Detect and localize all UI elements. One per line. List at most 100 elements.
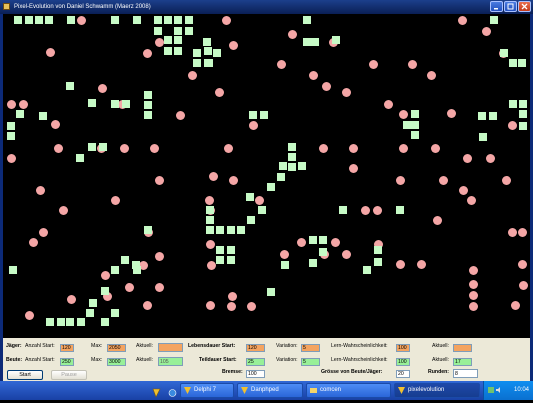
groesse-input[interactable] [396,370,410,378]
lebensdauer-start-input[interactable] [246,344,265,352]
prey-pixel [111,309,119,317]
hunter-pixel [188,71,197,80]
hunter-pixel [224,144,233,153]
prey-pixel [288,163,296,171]
pause-button[interactable]: Pause [51,370,87,380]
teildauer-lern-input[interactable] [396,358,410,366]
simulation-arena[interactable] [3,14,530,338]
window-controls [490,1,531,13]
beute-anzahl-start-input[interactable] [60,358,74,366]
quicklaunch-browser-icon[interactable] [168,385,177,397]
prey-pixel [164,47,172,55]
prey-pixel [500,49,508,57]
prey-pixel [339,206,347,214]
runden-label: Runden: [428,369,450,375]
hunter-pixel [349,164,358,173]
prey-pixel [281,261,289,269]
prey-pixel [519,110,527,118]
beute-max-input[interactable] [107,358,126,366]
hunter-pixel [59,206,68,215]
network-icon[interactable] [488,387,494,393]
hunter-pixel [155,176,164,185]
jaeger-anzahl-start-input[interactable] [60,344,74,352]
task-comcen-label: comcen [320,387,342,393]
hunter-pixel [155,38,164,47]
hunter-pixel [297,238,306,247]
hunter-pixel [508,121,517,130]
close-button[interactable] [518,1,531,12]
prey-pixel [277,173,285,181]
hunter-pixel [309,71,318,80]
task-delphi[interactable]: Delphi 7 [180,383,234,398]
hunter-pixel [322,82,331,91]
prey-pixel [144,101,152,109]
prey-pixel [89,299,97,307]
task-pixelevolution[interactable]: pixelevolution [394,383,480,398]
hunter-pixel [417,260,426,269]
prey-pixel [411,131,419,139]
hunter-pixel [67,295,76,304]
volume-icon[interactable] [496,387,502,393]
system-tray: 10:04 [483,381,533,400]
prey-pixel [519,122,527,130]
prey-pixel [374,246,382,254]
hunter-pixel [399,144,408,153]
jaeger-anzahl-label: Anzahl Start: [25,343,55,349]
hunter-pixel [39,228,48,237]
hunter-pixel [205,196,214,205]
window-title-bar[interactable]: Pixel-Evolution von Daniel Schwamm (Maer… [0,0,533,14]
hunter-pixel [439,176,448,185]
prey-pixel [288,153,296,161]
prey-pixel [279,162,287,170]
minimize-button[interactable] [490,1,503,12]
hunter-pixel [206,301,215,310]
prey-pixel [111,16,119,24]
prey-pixel [174,27,182,35]
prey-pixel [213,49,221,57]
maximize-icon [507,3,514,10]
task-comcen[interactable]: comcen [306,383,391,398]
teildauer-variation-label: Variation: [276,357,298,363]
prey-pixel [227,246,235,254]
prey-pixel [319,236,327,244]
prey-pixel [490,16,498,24]
prey-pixel [121,256,129,264]
hunter-pixel [229,41,238,50]
lebensdauer-lern-input[interactable] [396,344,410,352]
jaeger-max-input[interactable] [107,344,126,352]
hunter-pixel [361,206,370,215]
prey-pixel [363,266,371,274]
prey-pixel [249,111,257,119]
task-danphped[interactable]: Danphped [237,383,303,398]
hunter-pixel [77,16,86,25]
prey-pixel [519,100,527,108]
delphi-icon [241,387,248,394]
prey-pixel [203,38,211,46]
lebensdauer-variation-input[interactable] [301,344,320,352]
prey-pixel [374,258,382,266]
hunter-pixel [396,260,405,269]
hunter-pixel [36,186,45,195]
prey-pixel [7,132,15,140]
prey-pixel [14,16,22,24]
hunter-pixel [125,283,134,292]
start-button[interactable]: Start [7,370,43,380]
bremse-input[interactable] [246,370,265,378]
hunter-pixel [229,176,238,185]
prey-pixel [154,27,162,35]
prey-pixel [206,206,214,214]
prey-pixel [46,318,54,326]
prey-pixel [133,266,141,274]
hunter-pixel [427,71,436,80]
prey-pixel [111,100,119,108]
beute-aktuell-field [158,357,183,366]
quicklaunch-delphi-icon[interactable] [152,385,161,398]
hunter-pixel [19,100,28,109]
teildauer-start-input[interactable] [246,358,265,366]
prey-pixel [288,143,296,151]
hunter-pixel [369,60,378,69]
prey-pixel [66,82,74,90]
prey-pixel [227,256,235,264]
teildauer-variation-input[interactable] [301,358,320,366]
maximize-button[interactable] [504,1,517,12]
